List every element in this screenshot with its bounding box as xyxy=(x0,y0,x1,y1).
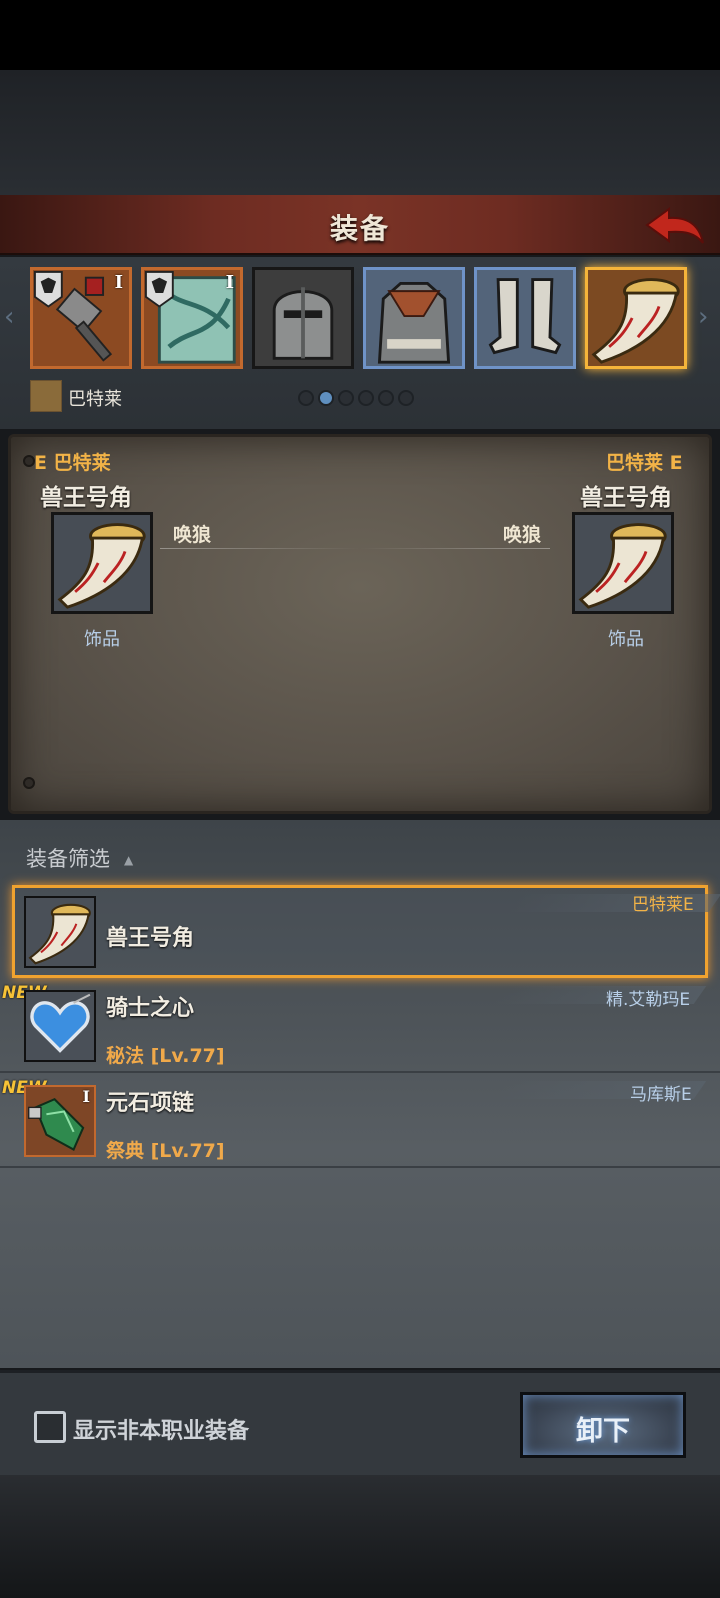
item-owner: 精.艾勒玛E xyxy=(606,990,691,1010)
item-owner: 巴特莱E xyxy=(632,895,694,915)
item-icon: I xyxy=(24,1085,96,1157)
divider xyxy=(160,548,360,549)
page-dot[interactable] xyxy=(378,390,394,406)
back-button[interactable] xyxy=(643,205,707,249)
show-other-class-checkbox[interactable] xyxy=(34,1411,66,1443)
armor-icon xyxy=(377,282,451,364)
heart-pendant-icon xyxy=(30,993,91,1053)
current-item-name: 兽王号角 xyxy=(40,485,132,511)
divider xyxy=(360,548,550,549)
helmet-icon xyxy=(272,287,334,360)
status-bar-area xyxy=(0,0,720,70)
horn-icon xyxy=(578,523,667,609)
boots-icon xyxy=(488,278,562,355)
item-name: 兽王号角 xyxy=(106,926,195,951)
item-subtitle: 秘法 [Lv.77] xyxy=(106,1045,225,1067)
weapon-slot[interactable]: I xyxy=(30,267,132,369)
selected-item-icon xyxy=(572,512,674,614)
checkbox-label: 显示非本职业装备 xyxy=(73,1419,250,1444)
equipped-owner-right: 巴特莱 E xyxy=(606,452,683,474)
pin-icon xyxy=(23,777,35,789)
header-bar: 装备 xyxy=(0,195,720,255)
item-icon xyxy=(24,990,96,1062)
item-owner: 马库斯E xyxy=(630,1085,692,1105)
selected-item-type: 饰品 xyxy=(608,629,644,650)
unequip-label: 卸下 xyxy=(576,1416,630,1447)
unequip-button[interactable]: 卸下 xyxy=(520,1392,686,1458)
accessory-slot[interactable] xyxy=(585,267,687,369)
item-name: 骑士之心 xyxy=(106,996,195,1021)
chevron-left-icon[interactable]: ‹ xyxy=(4,302,14,332)
tier-label: I xyxy=(82,1087,90,1106)
horn-icon xyxy=(591,278,680,364)
item-subtitle: 祭典 [Lv.77] xyxy=(106,1140,225,1162)
avatar xyxy=(30,380,62,412)
background-top xyxy=(0,70,720,195)
page-dot[interactable] xyxy=(398,390,414,406)
character-name: 巴特莱 xyxy=(68,389,122,410)
helmet-slot[interactable] xyxy=(252,267,354,369)
item-name: 元石项链 xyxy=(106,1091,195,1116)
page-title: 装备 xyxy=(329,212,390,245)
page-dot[interactable] xyxy=(338,390,354,406)
page-dot[interactable] xyxy=(358,390,374,406)
armor-slot[interactable] xyxy=(363,267,465,369)
tier-label: I xyxy=(225,272,234,293)
tier-label: I xyxy=(114,272,123,293)
current-item-skill: 唤狼 xyxy=(173,524,212,546)
background-bottom xyxy=(0,1475,720,1598)
triangle-up-icon: ▲ xyxy=(124,853,134,867)
selected-item-name: 兽王号角 xyxy=(580,485,672,511)
current-item-icon xyxy=(51,512,153,614)
horn-icon xyxy=(28,903,91,965)
equipped-owner-left: E 巴特莱 xyxy=(34,452,111,474)
filter-button[interactable]: 装备筛选 xyxy=(26,843,110,873)
page-dot-active[interactable] xyxy=(318,390,334,406)
item-icon xyxy=(24,896,96,968)
shield-slot[interactable]: I xyxy=(141,267,243,369)
horn-icon xyxy=(57,523,146,609)
back-arrow-icon xyxy=(645,207,704,244)
selected-item-skill: 唤狼 xyxy=(503,524,542,546)
chevron-right-icon[interactable]: › xyxy=(698,302,708,332)
page-dot[interactable] xyxy=(298,390,314,406)
boots-slot[interactable] xyxy=(474,267,576,369)
current-item-type: 饰品 xyxy=(84,629,120,650)
